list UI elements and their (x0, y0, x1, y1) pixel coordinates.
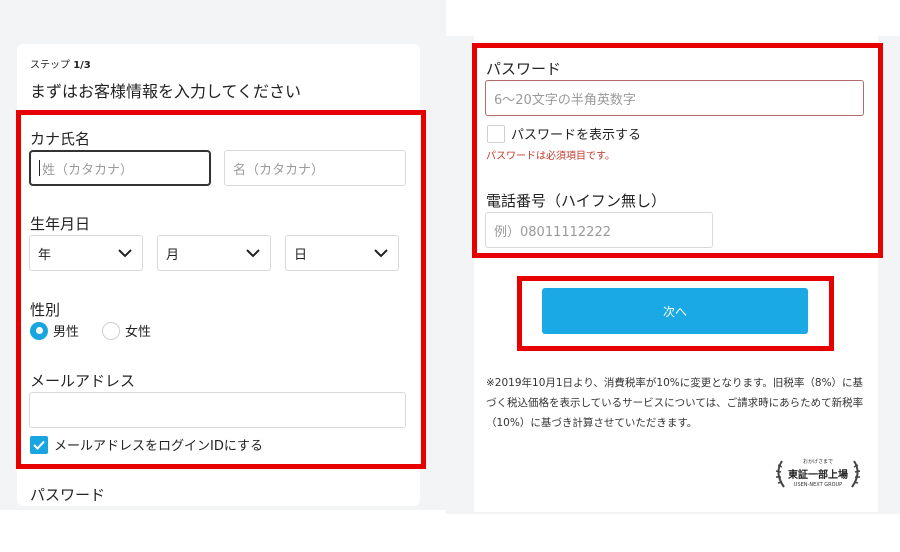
radio-selected-icon (30, 321, 48, 340)
step-value: 1/3 (73, 60, 91, 71)
kana-name-label: カナ氏名 (30, 130, 91, 148)
show-password-checkbox[interactable]: パスワードを表示する (487, 124, 641, 143)
password-error-message: パスワードは必須項目です。 (486, 151, 615, 162)
step-prefix: ステップ (30, 60, 70, 71)
year-value: 年 (38, 247, 52, 263)
day-select[interactable]: 日 (285, 235, 399, 271)
phone-placeholder: 例）08011112222 (494, 224, 611, 240)
email-input[interactable] (29, 392, 406, 428)
step-indicator: ステップ 1/3 (30, 56, 91, 71)
password-placeholder: 6～20文字の半角英数字 (494, 92, 636, 108)
year-select[interactable]: 年 (29, 235, 143, 271)
badge-bottom-text: USEN-NEXT GROUP (793, 482, 843, 488)
tax-note: ※2019年10月1日より、消費税率が10%に変更となります。旧税率（8%）に基… (486, 377, 864, 429)
last-name-kana-input[interactable]: 姓（カタカナ） (29, 150, 211, 186)
gender-male-radio[interactable]: 男性 (30, 321, 79, 340)
checkbox-unchecked-icon (487, 124, 505, 143)
page-title: まずはお客様情報を入力してください (30, 82, 302, 101)
phone-input[interactable]: 例）08011112222 (485, 212, 713, 248)
gender-female-radio[interactable]: 女性 (102, 321, 151, 340)
day-value: 日 (294, 247, 308, 263)
chevron-down-icon (118, 249, 132, 258)
login-id-checkbox-label: メールアドレスをログインIDにする (54, 439, 263, 454)
gender-label: 性別 (30, 301, 61, 319)
first-name-kana-input[interactable]: 名（カタカナ） (224, 150, 406, 186)
email-label: メールアドレス (30, 372, 136, 390)
checkbox-checked-icon (30, 435, 48, 454)
password-label: パスワード (486, 60, 562, 78)
login-id-checkbox[interactable]: メールアドレスをログインIDにする (30, 435, 263, 454)
gender-female-label: 女性 (125, 325, 152, 340)
radio-unselected-icon (102, 321, 120, 340)
month-select[interactable]: 月 (157, 235, 271, 271)
password-label-left: パスワード (30, 486, 106, 504)
phone-label: 電話番号（ハイフン無し） (486, 192, 667, 210)
listing-badge-logo: おかげさまで 東証一部上場 USEN-NEXT GROUP (772, 455, 864, 493)
last-name-placeholder: 姓（カタカナ） (42, 162, 134, 178)
badge-main-text: 東証一部上場 (788, 470, 848, 481)
gender-male-label: 男性 (53, 325, 80, 340)
show-password-label: パスワードを表示する (511, 128, 642, 143)
first-name-placeholder: 名（カタカナ） (233, 162, 325, 178)
next-button[interactable]: 次へ (542, 288, 808, 334)
password-input[interactable]: 6～20文字の半角英数字 (485, 80, 864, 116)
badge-top-text: おかげさまで (802, 459, 833, 465)
text-caret (39, 160, 40, 176)
chevron-down-icon (246, 249, 260, 258)
month-value: 月 (166, 247, 180, 263)
dob-label: 生年月日 (30, 215, 91, 233)
chevron-down-icon (374, 249, 388, 258)
